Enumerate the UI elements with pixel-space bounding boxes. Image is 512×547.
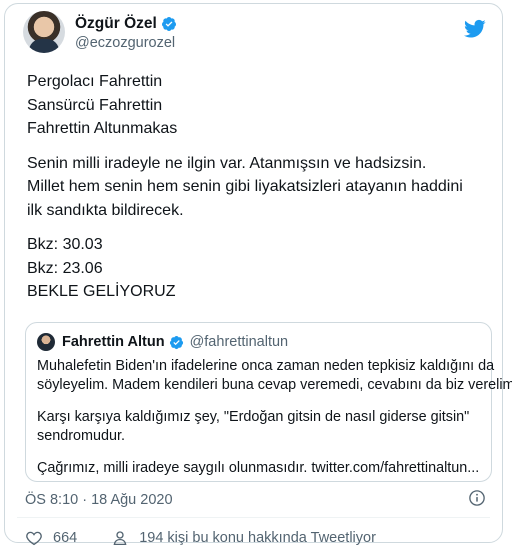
quoted-line: sendromudur. bbox=[37, 428, 125, 444]
quoted-line: Muhalefetin Biden'ın ifadelerine onca za… bbox=[37, 358, 495, 374]
quoted-author-name: Fahrettin Altun bbox=[62, 334, 165, 350]
quoted-tweet-header: Fahrettin Altun @fahrettinaltun bbox=[37, 333, 288, 351]
tweet-line: Senin milli iradeyle ne ilgin var. Atanm… bbox=[27, 154, 427, 172]
quoted-tweet-text: Muhalefetin Biden'ın ifadelerine onca za… bbox=[37, 357, 512, 478]
author-handle[interactable]: @eczozgurozel bbox=[75, 35, 175, 51]
divider bbox=[17, 517, 490, 518]
person-icon bbox=[113, 531, 127, 546]
quoted-tweet[interactable]: Fahrettin Altun @fahrettinaltun Muhalefe… bbox=[25, 322, 512, 482]
author-display-name[interactable]: Özgür Özel bbox=[75, 15, 157, 33]
tweet-line: Bkz: 23.06 bbox=[27, 259, 103, 277]
tweet-line: Fahrettin Altunmakas bbox=[27, 120, 178, 137]
tweet-card: Özgür Özel @eczozgurozel Pergolacı Fahre… bbox=[4, 3, 512, 546]
tweet-timestamp[interactable]: ÖS 8:10 · 18 Ağu 2020 bbox=[25, 492, 173, 508]
tweet-line: ilk sandıkta bildirecek. bbox=[27, 201, 184, 219]
twitter-bird-icon[interactable] bbox=[464, 19, 486, 39]
quoted-author-avatar bbox=[37, 333, 55, 351]
like-button[interactable]: 664 bbox=[25, 529, 77, 547]
tweet-line: Sansürcü Fahrettin bbox=[27, 96, 163, 114]
quoted-line: söyleyelim. Madem kendileri buna cevap v… bbox=[37, 377, 512, 393]
tweet-line: Millet hem senin hem senin gibi liyakats… bbox=[27, 178, 463, 195]
people-talking-text: 194 kişi bu konu hakkında Tweetliyor bbox=[139, 530, 376, 546]
tweet-header: Özgür Özel @eczozgurozel bbox=[23, 11, 486, 61]
verified-badge-icon bbox=[161, 17, 176, 31]
quoted-line: Çağrımız, milli iradeye saygılı olunması… bbox=[37, 460, 480, 476]
tweet-actions: 664 194 kişi bu konu hakkında Tweetliyor bbox=[25, 529, 376, 547]
like-count: 664 bbox=[53, 530, 78, 546]
tweet-text: Pergolacı Fahrettin Sansürcü Fahrettin F… bbox=[27, 70, 497, 304]
quoted-line: Karşı karşıya kaldığımız şey, "Erdoğan g… bbox=[37, 409, 470, 425]
verified-badge-icon bbox=[169, 335, 183, 349]
quoted-author-handle: @fahrettinaltun bbox=[189, 334, 289, 350]
author-name-row: Özgür Özel bbox=[75, 15, 177, 33]
heart-icon bbox=[26, 531, 42, 546]
author-avatar[interactable] bbox=[23, 11, 65, 53]
tweet-line: Pergolacı Fahrettin bbox=[27, 73, 163, 90]
conversation-link[interactable]: 194 kişi bu konu hakkında Tweetliyor bbox=[111, 529, 376, 547]
tweet-line: BEKLE GELİYORUZ bbox=[27, 283, 176, 300]
tweet-timestamp-row: ÖS 8:10 · 18 Ağu 2020 bbox=[25, 492, 173, 508]
info-icon[interactable] bbox=[468, 489, 486, 507]
tweet-line: Bkz: 30.03 bbox=[27, 236, 103, 253]
